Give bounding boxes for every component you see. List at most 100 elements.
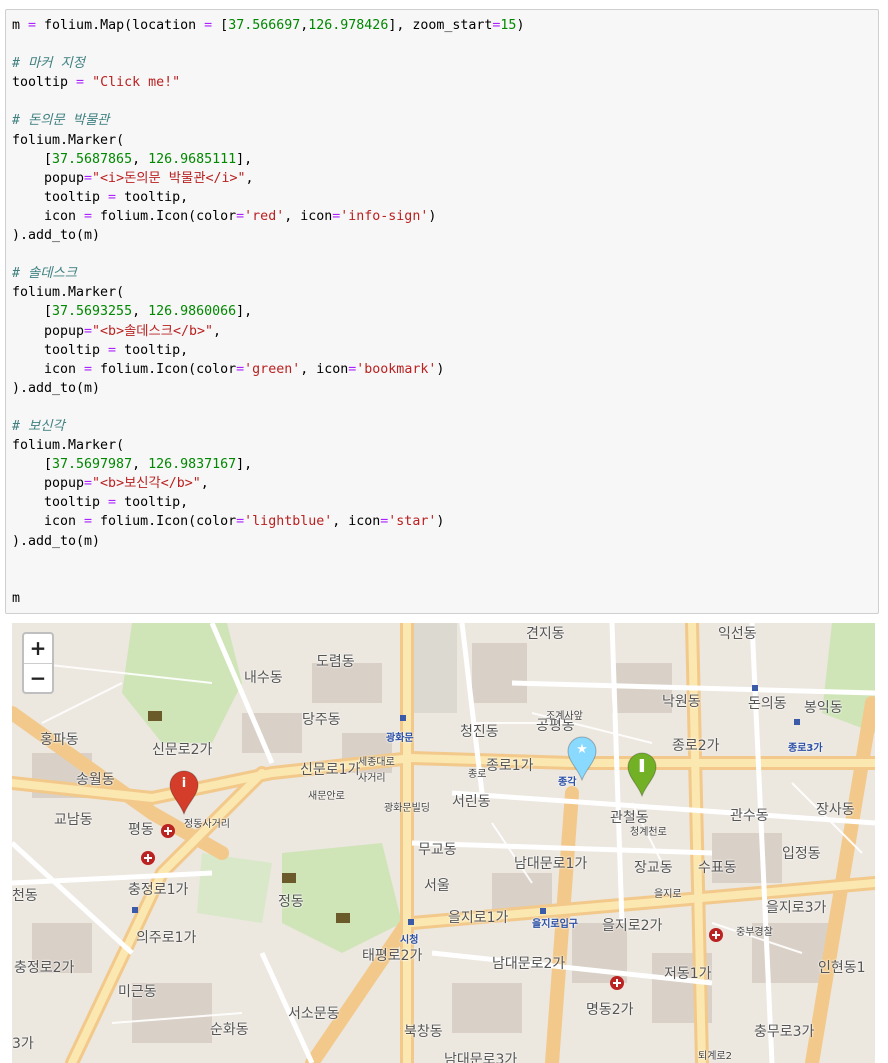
code-line: popup="<i>돈의문 박물관</i>", bbox=[12, 169, 524, 188]
map-container[interactable]: 도렴동 내수동 당주동 청진동 공평동 낙원동 돈의동 봉익동 익선동 견지동 홍파동 신문로2가 신문… bbox=[12, 623, 875, 1063]
code-token: = bbox=[204, 18, 213, 33]
code-token: # 솔데스크 bbox=[12, 266, 77, 282]
map-place-label: 내수동 bbox=[244, 670, 283, 686]
map-place-label: 견지동 bbox=[526, 626, 565, 642]
code-token: ) bbox=[436, 514, 445, 530]
code-token: 15 bbox=[500, 18, 517, 33]
code-token: ) bbox=[436, 361, 445, 377]
marker-donuimun-museum[interactable]: i bbox=[168, 769, 200, 815]
code-token: , icon bbox=[284, 208, 333, 224]
zoom-in-button[interactable]: + bbox=[24, 634, 52, 664]
code-token: [ bbox=[212, 18, 229, 33]
info-sign-icon: i bbox=[181, 776, 187, 791]
map-place-label: 세종대로 bbox=[358, 757, 395, 768]
code-token: = bbox=[84, 170, 93, 186]
code-token: folium.Icon(color bbox=[92, 361, 237, 377]
code-cell[interactable]: m = folium.Map(location = [37.566697, 126… bbox=[5, 9, 879, 614]
code-token: , icon bbox=[332, 514, 381, 530]
map-place-label: 충정로2가 bbox=[14, 960, 75, 976]
code-token: # 보신각 bbox=[12, 418, 65, 434]
code-token: , bbox=[245, 170, 254, 186]
code-token: 37.566697 bbox=[228, 18, 301, 33]
code-token: , bbox=[213, 323, 222, 339]
code-line: m bbox=[12, 589, 524, 608]
code-token: tooltip bbox=[44, 495, 109, 511]
map-place-label: 청진동 bbox=[460, 724, 499, 740]
code-line: tooltip = tooltip, bbox=[12, 188, 524, 207]
code-line: folium.Marker( bbox=[12, 131, 524, 150]
map-place-label: 평동 bbox=[128, 822, 154, 838]
code-token: , icon bbox=[300, 361, 349, 377]
map-place-label: 3가 bbox=[12, 1036, 34, 1052]
map-place-label: 서소문동 bbox=[288, 1006, 340, 1022]
code-token: # 돈의문 박물관 bbox=[12, 113, 110, 129]
bookmark-icon: ❚ bbox=[636, 758, 648, 773]
map-place-label: 사거리 bbox=[358, 773, 386, 784]
map-place-label: 중부경찰 bbox=[736, 927, 773, 938]
map-place-label: 정동사거리 bbox=[184, 819, 230, 830]
code-token: = bbox=[84, 323, 93, 339]
code-token: ], zoom_start bbox=[388, 18, 493, 33]
code-line: [37.5687865, 126.9685111], bbox=[12, 150, 524, 169]
code-token: 'green' bbox=[244, 361, 301, 377]
map-place-label: 종로3가 bbox=[788, 743, 823, 754]
code-block[interactable]: m = folium.Map(location = [37.566697, 126… bbox=[12, 16, 524, 608]
map-place-label: 수표동 bbox=[698, 860, 737, 876]
code-line: ).add_to(m) bbox=[12, 226, 524, 245]
code-token: 126.9860066 bbox=[148, 304, 237, 320]
code-line: folium.Marker( bbox=[12, 283, 524, 302]
code-token: = bbox=[236, 208, 245, 224]
code-token: 126.9837167 bbox=[148, 457, 237, 473]
map-place-label: 시청 bbox=[400, 935, 419, 946]
code-token: = bbox=[84, 361, 93, 377]
code-token: "Click me!" bbox=[92, 75, 181, 91]
code-line: # 솔데스크 bbox=[12, 264, 524, 283]
marker-soldesk[interactable]: ❚ bbox=[626, 751, 658, 797]
code-token: , bbox=[132, 151, 149, 167]
code-token: ).add_to(m) bbox=[12, 228, 101, 244]
code-token: = bbox=[28, 18, 37, 33]
map-place-label: 신문로2가 bbox=[152, 742, 213, 758]
code-line: # 마커 지정 bbox=[12, 54, 524, 73]
code-token: icon bbox=[44, 208, 85, 224]
code-token: popup bbox=[44, 170, 85, 186]
map-place-label: 낙원동 bbox=[662, 694, 701, 710]
map-place-label: 의주로1가 bbox=[136, 930, 197, 946]
map-place-label: 저동1가 bbox=[664, 966, 712, 982]
code-line: popup="<b>보신각</b>", bbox=[12, 474, 524, 493]
code-token: folium.Icon(color bbox=[92, 514, 237, 530]
code-token: folium.Icon(color bbox=[92, 208, 237, 224]
map-place-label: 남대문로1가 bbox=[514, 856, 588, 872]
code-line: # 보신각 bbox=[12, 417, 524, 436]
code-token: ) bbox=[516, 18, 525, 33]
map-place-label: 을지로1가 bbox=[448, 910, 509, 926]
star-icon: ★ bbox=[576, 742, 588, 757]
marker-bosingak[interactable]: ★ bbox=[566, 735, 598, 781]
code-token: = bbox=[236, 514, 245, 530]
zoom-out-button[interactable]: − bbox=[24, 664, 52, 693]
code-token: folium.Marker( bbox=[12, 438, 125, 454]
code-token: 'red' bbox=[244, 208, 285, 224]
code-token: 37.5693255 bbox=[52, 304, 133, 320]
map-place-label: 을지로3가 bbox=[766, 900, 827, 916]
map-place-label: 종로 bbox=[468, 769, 487, 780]
code-token: folium.Map(location bbox=[36, 18, 205, 33]
map-place-label: 정동 bbox=[278, 894, 304, 910]
map-place-label: 인현동1 bbox=[818, 960, 866, 976]
code-token: ).add_to(m) bbox=[12, 380, 101, 396]
map-place-label: 남대문로2가 bbox=[492, 956, 566, 972]
map-place-label: 을지로2가 bbox=[602, 918, 663, 934]
map-place-label: 관수동 bbox=[730, 808, 769, 824]
code-token: "<b>솔데스크</b>" bbox=[92, 323, 214, 339]
map-place-label: 을지로입구 bbox=[532, 919, 578, 930]
code-token: = bbox=[76, 75, 85, 91]
map-place-label: 송월동 bbox=[76, 772, 115, 788]
code-token: = bbox=[108, 342, 117, 358]
map-place-label: 북창동 bbox=[404, 1024, 443, 1040]
map-place-label: 퇴계로2 bbox=[698, 1051, 732, 1062]
